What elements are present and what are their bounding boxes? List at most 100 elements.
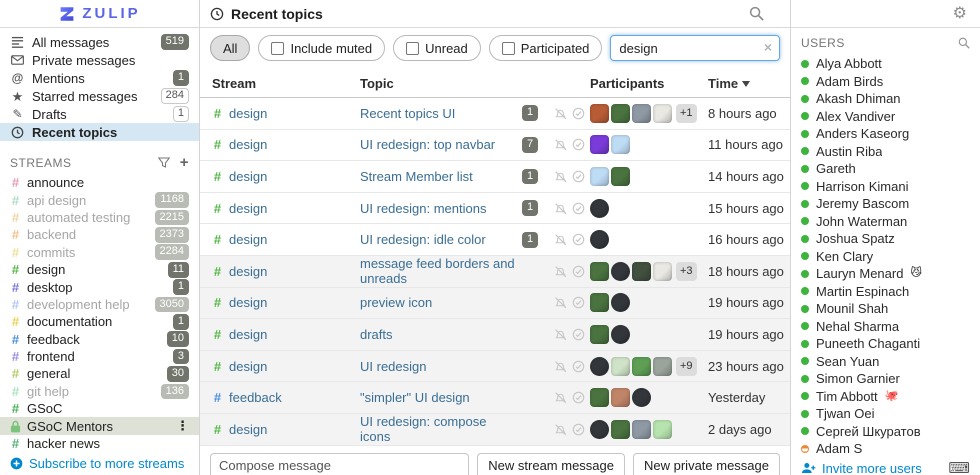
mute-topic-icon[interactable]	[554, 170, 567, 183]
new-private-message-button[interactable]: New private message	[633, 453, 780, 475]
topic-row[interactable]: #designpreview icon19 hours ago	[200, 287, 790, 319]
participant-avatar[interactable]	[611, 104, 630, 123]
unread-checkbox[interactable]	[406, 42, 419, 55]
topic-link[interactable]: UI redesign: top navbar	[360, 137, 495, 152]
sidebar-stream-automated-testing[interactable]: #automated testing2215	[0, 209, 199, 226]
mute-topic-icon[interactable]	[554, 391, 567, 404]
participant-avatar[interactable]	[611, 357, 630, 376]
user-list-item[interactable]: Lauryn Menard😼	[791, 265, 980, 283]
navbar-search-icon[interactable]	[749, 6, 764, 21]
user-list-item[interactable]: John Waterman	[791, 213, 980, 231]
column-header-topic[interactable]: Topic	[360, 76, 520, 91]
topic-link[interactable]: "simpler" UI design	[360, 390, 470, 405]
sidebar-stream-backend[interactable]: #backend2373	[0, 226, 199, 243]
mute-topic-icon[interactable]	[554, 296, 567, 309]
topic-row[interactable]: #feedback"simpler" UI designYesterday	[200, 381, 790, 413]
sidebar-stream-gsoc[interactable]: #GSoC	[0, 400, 199, 417]
participant-avatar[interactable]	[653, 262, 672, 281]
mark-read-icon[interactable]	[572, 138, 585, 151]
participant-avatar[interactable]	[653, 357, 672, 376]
stream-link[interactable]: design	[229, 201, 267, 216]
stream-link[interactable]: design	[229, 422, 267, 437]
topic-link[interactable]: Stream Member list	[360, 169, 473, 184]
mute-topic-icon[interactable]	[554, 328, 567, 341]
subscribe-more-streams-link[interactable]: Subscribe to more streams	[0, 452, 199, 475]
stream-menu-icon[interactable]: ⋮	[176, 418, 189, 434]
stream-link[interactable]: design	[229, 264, 267, 279]
participant-avatar[interactable]	[632, 388, 651, 407]
mute-topic-icon[interactable]	[554, 265, 567, 278]
participant-avatar[interactable]	[590, 420, 609, 439]
participant-avatar[interactable]	[632, 357, 651, 376]
participant-avatar[interactable]	[590, 262, 609, 281]
sidebar-item-recent-topics[interactable]: Recent topics	[0, 123, 199, 141]
user-list-item[interactable]: Simon Garnier	[791, 370, 980, 388]
mark-read-icon[interactable]	[572, 265, 585, 278]
topic-link[interactable]: Recent topics UI	[360, 106, 455, 121]
sidebar-stream-hacker-news[interactable]: #hacker news	[0, 435, 199, 452]
stream-link[interactable]: design	[229, 327, 267, 342]
user-list-item[interactable]: Akash Dhiman	[791, 90, 980, 108]
user-list-item[interactable]: Martin Espinach	[791, 283, 980, 301]
column-header-participants[interactable]: Participants	[590, 76, 708, 91]
user-list-item[interactable]: Anders Kaseorg	[791, 125, 980, 143]
column-header-time[interactable]: Time	[708, 76, 790, 91]
user-list-item[interactable]: Joshua Spatz	[791, 230, 980, 248]
participant-avatar[interactable]	[611, 388, 630, 407]
user-list-item[interactable]: Сергей Шкуратов	[791, 423, 980, 441]
sidebar-item-starred-messages[interactable]: ★Starred messages284	[0, 87, 199, 105]
mute-topic-icon[interactable]	[554, 138, 567, 151]
user-list-item[interactable]: Puneeth Chaganti	[791, 335, 980, 353]
topic-search-input[interactable]	[610, 35, 780, 61]
stream-link[interactable]: feedback	[229, 390, 282, 405]
topic-row[interactable]: #designUI redesign: mentions115 hours ag…	[200, 192, 790, 224]
stream-link[interactable]: design	[229, 137, 267, 152]
stream-link[interactable]: design	[229, 169, 267, 184]
participant-avatar[interactable]	[653, 104, 672, 123]
filter-streams-icon[interactable]	[158, 157, 170, 168]
new-stream-message-button[interactable]: New stream message	[477, 453, 625, 475]
sidebar-stream-api-design[interactable]: #api design1168	[0, 191, 199, 208]
topic-link[interactable]: UI redesign: idle color	[360, 232, 486, 247]
filter-participated-button[interactable]: Participated	[489, 35, 603, 61]
user-list-item[interactable]: Gareth	[791, 160, 980, 178]
user-list-item[interactable]: Sean Yuan	[791, 353, 980, 371]
topic-link[interactable]: message feed borders and unreads	[360, 256, 515, 286]
invite-more-users-link[interactable]: Invite more users	[822, 461, 922, 475]
topic-row[interactable]: #designUI redesign: top navbar711 hours …	[200, 129, 790, 161]
user-list-item[interactable]: Tim Abbott🐙	[791, 388, 980, 406]
include-muted-checkbox[interactable]	[271, 42, 284, 55]
sidebar-stream-development-help[interactable]: #development help3050	[0, 296, 199, 313]
topic-row[interactable]: #designUI redesign: idle color116 hours …	[200, 223, 790, 255]
topic-row[interactable]: #designmessage feed borders and unreads+…	[200, 255, 790, 287]
sidebar-item-drafts[interactable]: ✎Drafts1	[0, 105, 199, 123]
participant-avatar[interactable]	[611, 293, 630, 312]
participant-avatar[interactable]	[611, 325, 630, 344]
sidebar-stream-frontend[interactable]: #frontend3	[0, 348, 199, 365]
mark-read-icon[interactable]	[572, 202, 585, 215]
column-header-stream[interactable]: Stream	[200, 76, 360, 91]
participant-avatar[interactable]	[590, 325, 609, 344]
participant-avatar[interactable]	[611, 167, 630, 186]
mark-read-icon[interactable]	[572, 360, 585, 373]
compose-message-input[interactable]	[210, 453, 469, 475]
participant-avatar[interactable]	[590, 293, 609, 312]
stream-link[interactable]: design	[229, 359, 267, 374]
mark-read-icon[interactable]	[572, 423, 585, 436]
mark-read-icon[interactable]	[572, 328, 585, 341]
participant-avatar[interactable]	[590, 357, 609, 376]
participant-avatar[interactable]	[611, 135, 630, 154]
logo[interactable]: ZULIP	[0, 0, 199, 28]
user-list-item[interactable]: Tjwan Oei	[791, 405, 980, 423]
mark-read-icon[interactable]	[572, 107, 585, 120]
user-list-item[interactable]: Mounil Shah	[791, 300, 980, 318]
gear-icon[interactable]: ⚙	[953, 6, 967, 22]
mute-topic-icon[interactable]	[554, 423, 567, 436]
sidebar-stream-git-help[interactable]: #git help136	[0, 383, 199, 400]
topic-link[interactable]: UI redesign: compose icons	[360, 414, 486, 444]
user-list-item[interactable]: Alex Vandiver	[791, 108, 980, 126]
user-list-item[interactable]: Harrison Kimani	[791, 178, 980, 196]
topic-row[interactable]: #designdrafts19 hours ago	[200, 318, 790, 350]
mark-read-icon[interactable]	[572, 296, 585, 309]
user-list-item[interactable]: Alya Abbott	[791, 55, 980, 73]
